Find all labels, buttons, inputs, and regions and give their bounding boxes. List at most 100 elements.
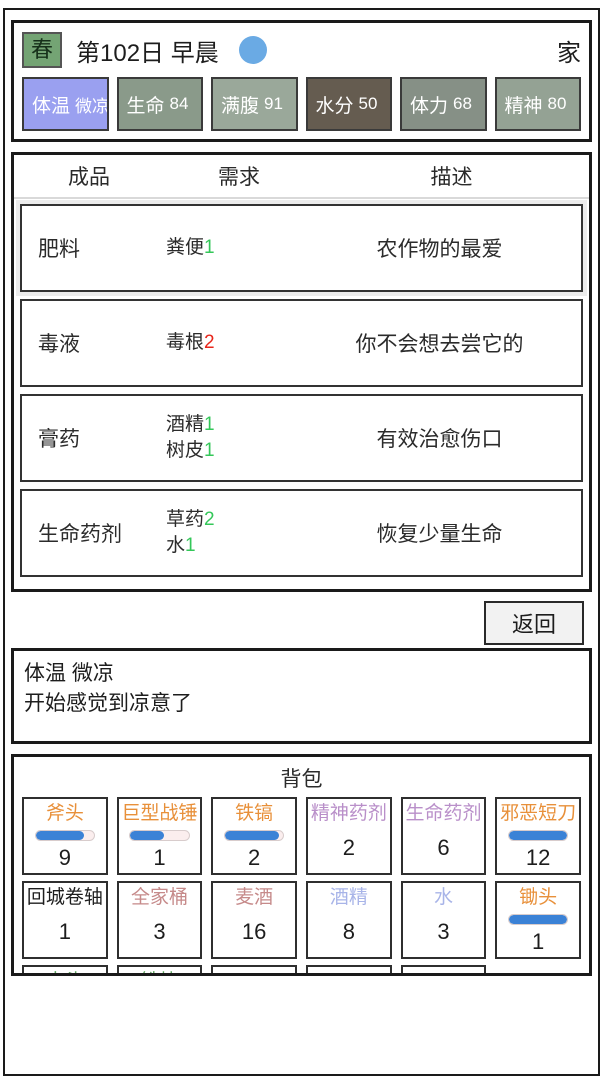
requirement-qty: 1 bbox=[204, 237, 215, 259]
status-chip-label: 体力 bbox=[410, 95, 449, 117]
requirement-item: 水1 bbox=[166, 533, 312, 559]
backpack-item-count: 1 bbox=[532, 929, 545, 954]
durability-bar-fill bbox=[130, 830, 165, 840]
action-bar: 返回 bbox=[11, 592, 592, 648]
recipe-description: 恢复少量生命 bbox=[376, 523, 503, 546]
backpack-item-count: 6 bbox=[437, 834, 450, 860]
backpack-item-name: 斧头 bbox=[45, 803, 84, 824]
recipe-product-name: 生命药剂 bbox=[38, 523, 122, 546]
backpack-slot[interactable]: 回城卷轴 1 bbox=[22, 881, 108, 959]
crafting-recipe-list[interactable]: 肥料 粪便1 农作物的最爱 毒液 毒根2 你不会想去尝它的 膏药 酒精1 树皮1 有效治愈伤口 生命… bbox=[14, 199, 589, 589]
crafting-table-header: 成品 需求 描述 bbox=[14, 155, 589, 199]
status-chip-label: 生命 bbox=[126, 95, 165, 117]
requirement-item: 草药2 bbox=[166, 507, 312, 533]
backpack-slot[interactable]: 水3 bbox=[400, 881, 487, 959]
backpack-slot[interactable] bbox=[400, 965, 487, 973]
backpack-slot[interactable]: 全家桶 3 bbox=[116, 881, 203, 959]
backpack-slot[interactable]: 酒精 8 bbox=[305, 881, 392, 959]
backpack-item-name: 麦酒 bbox=[235, 887, 274, 908]
craft-recipe-row[interactable]: 生命药剂 草药2 水1 恢复少量生命 bbox=[20, 489, 583, 577]
backpack-item-name: 生命药剂 bbox=[405, 803, 482, 824]
backpack-item-name: 铁镐 bbox=[235, 803, 274, 824]
craft-recipe-row[interactable]: 膏药 酒精1 树皮1 有效治愈伤口 bbox=[20, 394, 583, 482]
durability-bar-fill bbox=[508, 914, 568, 924]
requirement-name: 酒精 bbox=[166, 414, 205, 436]
status-chip-5: 精神 80 bbox=[494, 77, 581, 131]
status-chip-1: 生命 84 bbox=[116, 77, 203, 131]
backpack-grid: 斧头 9 巨型战锤 1 铁镐 2 精神药剂 2 生命药剂 6 邪恶短刀 12 回城卷轴 1 全家桶 3 麦酒 16… bbox=[22, 797, 581, 973]
status-chip-value: 80 bbox=[547, 94, 567, 113]
craft-recipe-row[interactable]: 肥料 粪便1 农作物的最爱 bbox=[16, 200, 587, 296]
backpack-item-name: 回城卷轴 bbox=[26, 887, 103, 908]
backpack-title: 背包 bbox=[280, 768, 323, 791]
durability-bar bbox=[223, 829, 285, 841]
status-chip-value: 84 bbox=[169, 94, 189, 113]
requirement-item: 酒精1 bbox=[166, 412, 312, 438]
backpack-slot[interactable]: 铁块 bbox=[116, 965, 203, 973]
backpack-slot[interactable]: 斧头 9 bbox=[22, 797, 108, 875]
backpack-slot[interactable]: 巨型战锤 1 bbox=[116, 797, 203, 875]
recipe-description: 有效治愈伤口 bbox=[376, 428, 503, 451]
backpack-item-name: 酒精 bbox=[329, 887, 368, 908]
backpack-slot[interactable]: 精神药剂 2 bbox=[305, 797, 392, 875]
backpack-slot[interactable]: 生命药剂 6 bbox=[400, 797, 487, 875]
requirement-item: 粪便1 bbox=[166, 235, 312, 261]
game-screen: 春 第102日 早晨 家 体温 微凉 生命 84 满腹 91 水分 50 体力 68 精神 80 成品… bbox=[3, 8, 600, 1076]
status-panel: 春 第102日 早晨 家 体温 微凉 生命 84 满腹 91 水分 50 体力 68 精神 80 bbox=[11, 20, 592, 142]
column-header-product: 成品 bbox=[68, 166, 110, 189]
backpack-slot[interactable] bbox=[305, 965, 392, 973]
requirement-item: 树皮1 bbox=[166, 438, 312, 464]
recipe-product-name: 膏药 bbox=[38, 428, 80, 451]
status-chip-value: 50 bbox=[358, 94, 378, 113]
status-chip-3: 水分 50 bbox=[305, 77, 392, 131]
backpack-item-count: 9 bbox=[58, 845, 71, 870]
status-chip-list: 体温 微凉 生命 84 满腹 91 水分 50 体力 68 精神 80 bbox=[22, 77, 581, 131]
backpack-item-count: 1 bbox=[58, 918, 71, 944]
backpack-slot[interactable]: 木头 bbox=[22, 965, 108, 973]
durability-bar-fill bbox=[35, 830, 84, 840]
recipe-product-name: 肥料 bbox=[38, 238, 80, 261]
durability-bar-fill bbox=[224, 830, 279, 840]
backpack-item-name: 邪恶短刀 bbox=[500, 803, 577, 824]
backpack-slot[interactable]: 邪恶短刀 12 bbox=[495, 797, 581, 875]
requirement-qty: 1 bbox=[204, 440, 215, 461]
season-badge: 春 bbox=[22, 32, 62, 68]
recipe-description: 农作物的最爱 bbox=[376, 238, 503, 261]
requirement-name: 树皮 bbox=[166, 440, 205, 461]
requirement-qty: 2 bbox=[204, 332, 215, 354]
requirement-qty: 1 bbox=[204, 414, 215, 436]
backpack-item-count: 1 bbox=[153, 845, 166, 870]
message-log-panel: 体温 微凉 开始感觉到凉意了 bbox=[11, 648, 592, 744]
status-header-row: 春 第102日 早晨 家 bbox=[22, 29, 581, 71]
craft-recipe-row[interactable]: 毒液 毒根2 你不会想去尝它的 bbox=[20, 299, 583, 387]
status-chip-label: 水分 bbox=[315, 95, 354, 117]
backpack-slot[interactable]: 铁镐 2 bbox=[211, 797, 297, 875]
recipe-product-name: 毒液 bbox=[38, 333, 80, 356]
back-button[interactable]: 返回 bbox=[484, 601, 584, 645]
requirement-name: 毒根 bbox=[166, 332, 205, 354]
backpack-slot[interactable]: 麦酒 16 bbox=[211, 881, 297, 959]
durability-bar bbox=[129, 829, 190, 841]
backpack-slot[interactable]: 锄头 1 bbox=[495, 881, 581, 959]
column-header-requirements: 需求 bbox=[218, 166, 260, 189]
crafting-panel: 成品 需求 描述 肥料 粪便1 农作物的最爱 毒液 毒根2 你不会想去尝它的 膏药 酒精1 树皮… bbox=[11, 152, 592, 592]
backpack-item-count: 8 bbox=[342, 918, 355, 944]
backpack-item-name: 巨型战锤 bbox=[121, 803, 198, 824]
log-line-2: 开始感觉到凉意了 bbox=[24, 692, 192, 716]
backpack-slot[interactable] bbox=[211, 965, 297, 973]
backpack-item-count: 3 bbox=[153, 918, 166, 944]
status-chip-4: 体力 68 bbox=[400, 77, 487, 131]
backpack-item-name: 锄头 bbox=[519, 887, 558, 908]
requirement-item: 毒根2 bbox=[166, 330, 312, 356]
status-chip-value: 68 bbox=[453, 94, 472, 113]
requirement-name: 草药 bbox=[166, 509, 205, 531]
status-chip-0: 体温 微凉 bbox=[22, 77, 109, 131]
backpack-panel: 背包 斧头 9 巨型战锤 1 铁镐 2 精神药剂 2 生命药剂 6 邪恶短刀 12 回城卷轴 1 全家桶 3 麦… bbox=[11, 754, 592, 976]
requirement-qty: 2 bbox=[204, 509, 215, 531]
backpack-item-name: 铁块 bbox=[140, 971, 178, 973]
backpack-item-count: 3 bbox=[437, 918, 450, 944]
durability-bar bbox=[34, 829, 96, 841]
recipe-requirements: 酒精1 树皮1 bbox=[166, 412, 312, 463]
recipe-requirements: 草药2 水1 bbox=[166, 507, 312, 558]
backpack-item-count: 2 bbox=[248, 845, 261, 870]
